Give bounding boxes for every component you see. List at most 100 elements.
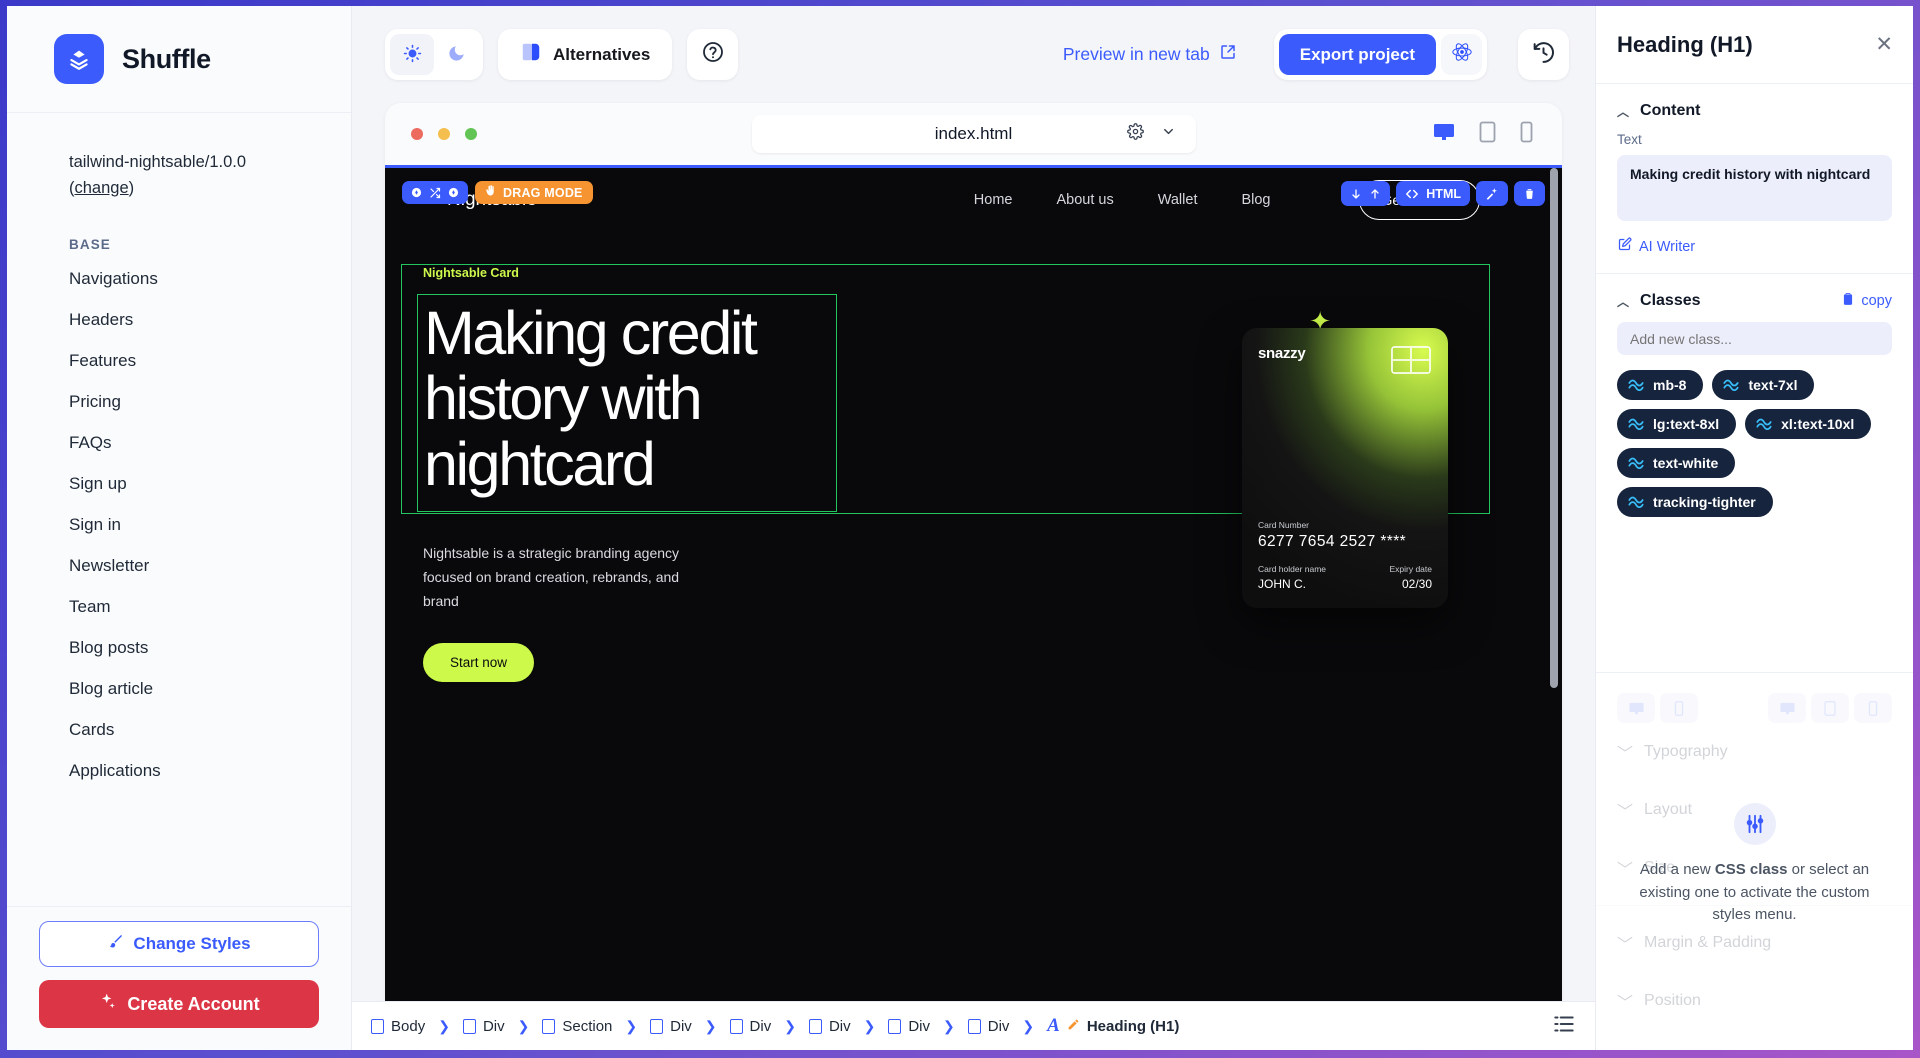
close-dot[interactable] (411, 128, 423, 140)
class-chip-lg-text-8xl[interactable]: lg:text-8xl (1617, 409, 1737, 439)
copy-classes-button[interactable]: copy (1841, 292, 1892, 310)
classes-section-toggle[interactable]: ︿ Classes copy (1617, 274, 1892, 322)
layers-panel-toggle[interactable] (1551, 1011, 1577, 1042)
light-mode-button[interactable] (390, 34, 434, 75)
close-icon[interactable]: ✕ (1875, 34, 1893, 55)
react-icon (1451, 41, 1473, 68)
sidebar-item-cards[interactable]: Cards (7, 709, 351, 750)
class-chip-mb-8[interactable]: mb-8 (1617, 370, 1704, 400)
copy-label: copy (1861, 293, 1892, 309)
tablet-view-icon[interactable] (1478, 120, 1497, 149)
drag-mode-badge[interactable]: DRAG MODE (475, 181, 593, 204)
delete-badge[interactable] (1514, 181, 1545, 206)
breadcrumb-label: Div (828, 1017, 851, 1035)
change-project-link[interactable]: change (75, 179, 129, 197)
content-section-toggle[interactable]: ︿ Content (1617, 84, 1892, 132)
create-account-button[interactable]: Create Account (39, 980, 319, 1028)
hero-start-button[interactable]: Start now (423, 643, 535, 683)
add-class-input[interactable] (1617, 322, 1892, 355)
breadcrumb-label: Body (391, 1017, 426, 1035)
export-project-button[interactable]: Export project (1278, 34, 1436, 75)
element-toolbar-left: DRAG MODE (402, 181, 593, 204)
card-expiry: 02/30 (1401, 577, 1432, 591)
ai-writer-icon (1617, 237, 1632, 256)
breadcrumb-item-div-2[interactable]: Div (650, 1018, 692, 1035)
breadcrumb-item-section[interactable]: Section (542, 1018, 612, 1035)
breadcrumb-separator: ❯ (863, 1017, 876, 1034)
project-name: tailwind-nightsable/1.0.0 (69, 153, 247, 171)
site-nav-about[interactable]: About us (1056, 192, 1113, 208)
sidebar-item-applications[interactable]: Applications (7, 750, 351, 791)
change-styles-button[interactable]: Change Styles (39, 921, 319, 967)
breadcrumb-item-body[interactable]: Body (371, 1018, 425, 1035)
alternatives-button[interactable]: Alternatives (498, 29, 673, 80)
history-button[interactable] (1518, 29, 1569, 80)
breadcrumb-item-div-4[interactable]: Div (808, 1017, 851, 1035)
help-button[interactable] (687, 29, 739, 80)
breadcrumb-item-div-6[interactable]: Div (967, 1018, 1009, 1035)
class-chip-label: xl:text-10xl (1781, 416, 1855, 432)
class-chip-label: lg:text-8xl (1653, 416, 1720, 432)
class-chip-xl-text-10xl[interactable]: xl:text-10xl (1745, 409, 1872, 439)
ai-writer-button[interactable]: AI Writer (1617, 237, 1892, 256)
url-bar[interactable]: index.html (751, 115, 1196, 153)
breadcrumb-separator: ❯ (943, 1017, 955, 1034)
breadcrumb-item-div-1[interactable]: Div (462, 1018, 505, 1035)
move-updown-badge[interactable] (1341, 181, 1391, 206)
breadcrumb-separator: ❯ (438, 1017, 450, 1034)
sidebar-item-sign-up[interactable]: Sign up (7, 463, 351, 504)
site-nav-blog[interactable]: Blog (1241, 192, 1270, 208)
sidebar-item-pricing[interactable]: Pricing (7, 381, 351, 422)
sidebar-item-faqs[interactable]: FAQs (7, 422, 351, 463)
top-toolbar: Alternatives Preview in new tab Export p… (352, 6, 1595, 103)
sidebar-item-headers[interactable]: Headers (7, 299, 351, 340)
chevron-up-icon: ︿ (1617, 294, 1630, 309)
sidebar-item-sign-in[interactable]: Sign in (7, 504, 351, 545)
breadcrumb-item-div-3[interactable]: Div (729, 1018, 771, 1035)
breadcrumb-item-div-5[interactable]: Div (888, 1018, 930, 1035)
breadcrumb-separator: ❯ (1022, 1017, 1035, 1034)
text-input[interactable] (1617, 155, 1892, 221)
chevron-down-icon[interactable] (1161, 124, 1176, 144)
device-switcher (1432, 120, 1534, 149)
sidebar-item-blog-posts[interactable]: Blog posts (7, 627, 351, 668)
app-root: Shuffle tailwind-nightsable/1.0.0 (chang… (0, 0, 1920, 1058)
sidebar-item-blog-article[interactable]: Blog article (7, 668, 351, 709)
class-chip-text-white[interactable]: text-white (1617, 448, 1736, 478)
html-badge[interactable]: HTML (1396, 181, 1470, 206)
brand[interactable]: Shuffle (7, 6, 351, 113)
magic-badge[interactable] (1476, 181, 1508, 206)
preview-in-new-tab-link[interactable]: Preview in new tab (1063, 43, 1237, 66)
site-nav-home[interactable]: Home (974, 192, 1013, 208)
dark-mode-button[interactable] (434, 34, 478, 75)
class-chip-tracking-tighter[interactable]: tracking-tighter (1617, 487, 1773, 517)
position-section: ﹀ Position (1617, 972, 1892, 1030)
website-canvas[interactable]: DRAG MODE HTML Home About us Wallet Blog… (385, 165, 1562, 1001)
sun-icon (403, 44, 422, 66)
breadcrumb-item-heading[interactable]: A Heading (H1) (1047, 1015, 1179, 1037)
desktop-view-icon[interactable] (1432, 120, 1456, 149)
sidebar-section-label: BASE (69, 237, 111, 253)
sidebar-item-features[interactable]: Features (7, 340, 351, 381)
sidebar-nav: Navigations Headers Features Pricing FAQ… (7, 258, 351, 906)
sidebar-item-team[interactable]: Team (7, 586, 351, 627)
react-export-button[interactable] (1441, 34, 1482, 75)
theme-toggle-group (385, 29, 483, 80)
page-settings-icon[interactable] (1126, 123, 1144, 145)
site-nav-wallet[interactable]: Wallet (1158, 192, 1198, 208)
desktop-breakpoint-icon-2 (1768, 693, 1806, 723)
class-chip-text-7xl[interactable]: text-7xl (1712, 370, 1815, 400)
desktop-breakpoint-icon (1617, 693, 1655, 723)
minimize-dot[interactable] (438, 128, 450, 140)
element-nav-badge[interactable] (402, 181, 468, 204)
canvas-scrollbar[interactable] (1550, 168, 1558, 1001)
sidebar-item-newsletter[interactable]: Newsletter (7, 545, 351, 586)
class-chip-label: mb-8 (1653, 377, 1687, 393)
sidebar-item-navigations[interactable]: Navigations (7, 258, 351, 299)
zoom-dot[interactable] (465, 128, 477, 140)
mobile-view-icon[interactable] (1519, 120, 1534, 149)
typography-section: ﹀ Typography (1617, 723, 1892, 781)
alternatives-icon (520, 41, 542, 68)
project-version: tailwind-nightsable/1.0.0 (change) (69, 153, 247, 197)
heading-selection-box[interactable]: Making credit history with nightcard (417, 294, 837, 512)
